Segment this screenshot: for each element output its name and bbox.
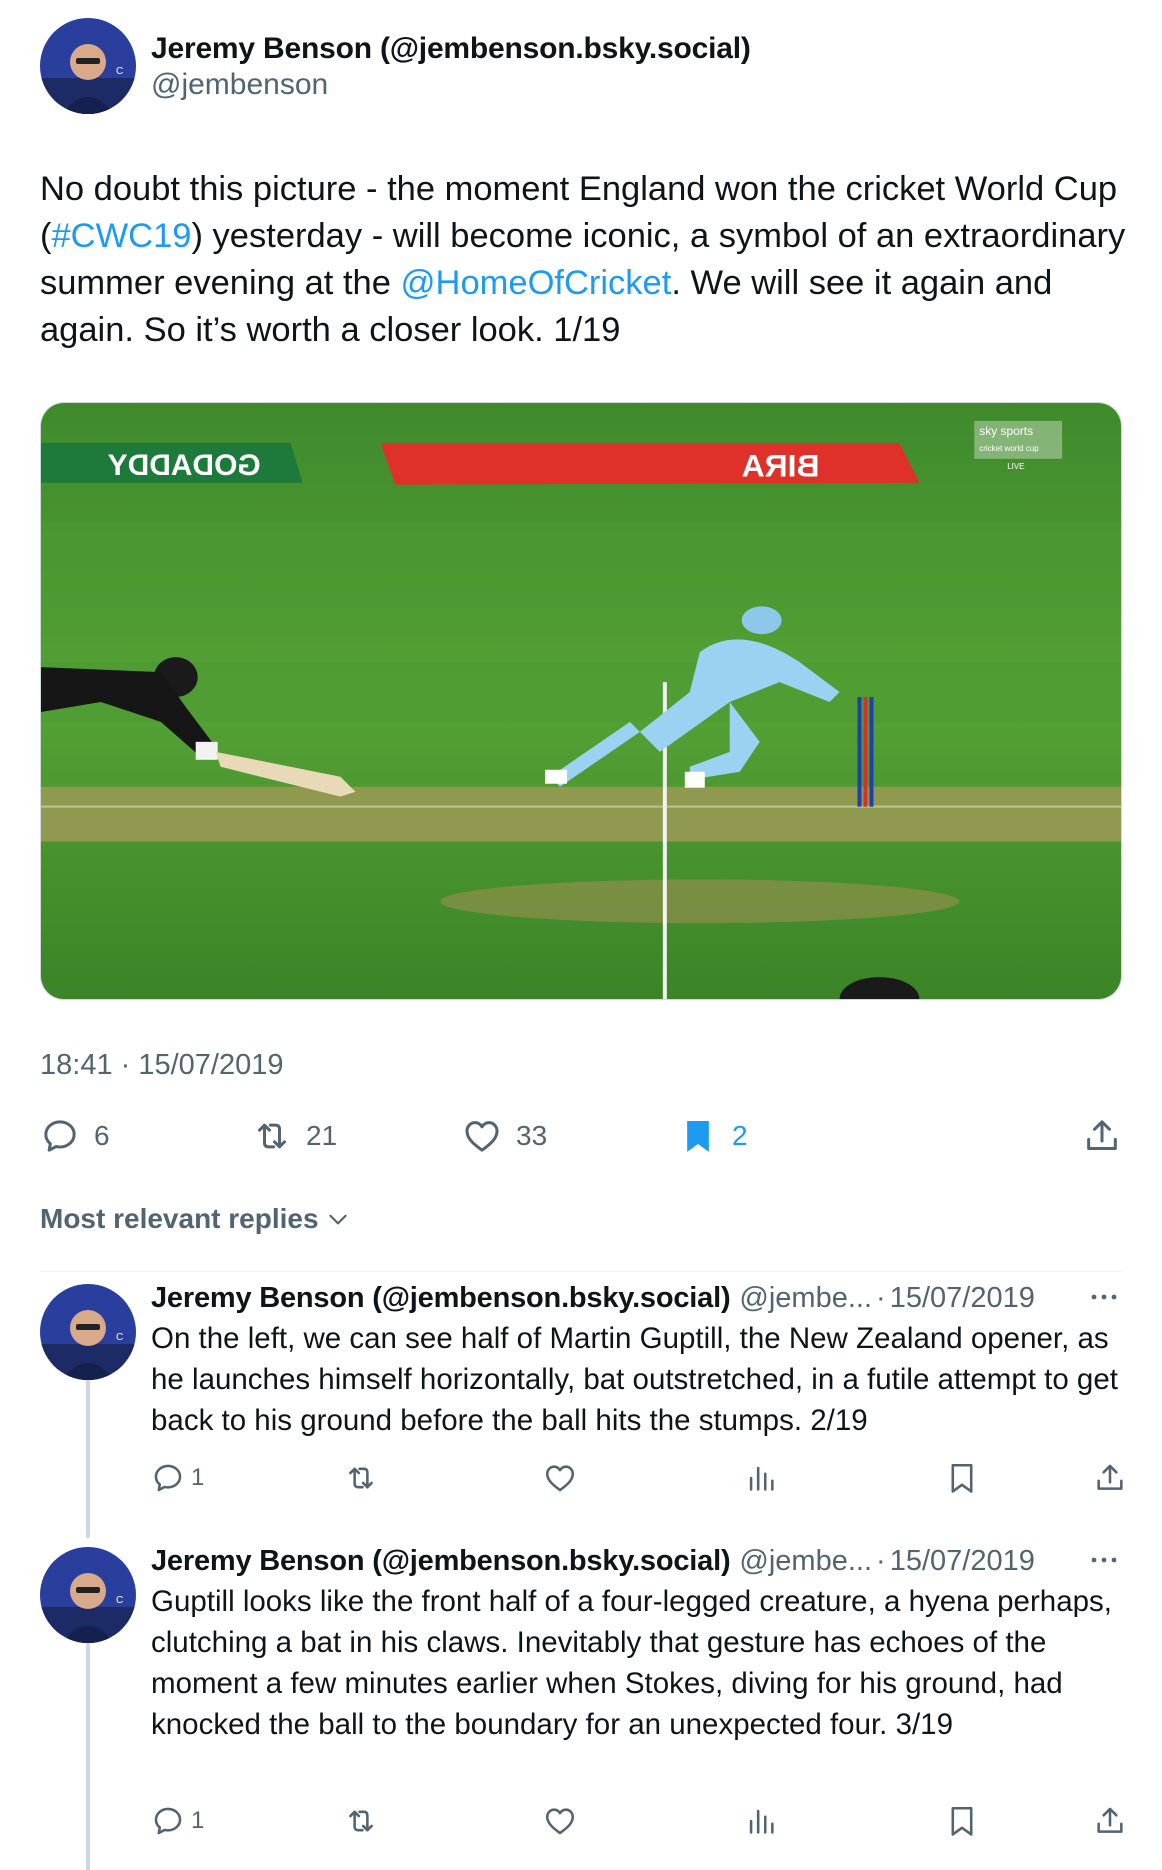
share-icon <box>1087 1120 1117 1150</box>
hashtag-link[interactable]: #CWC19 <box>52 217 192 255</box>
share-button[interactable] <box>1093 1458 1127 1498</box>
heart-icon <box>465 1121 499 1152</box>
reply-icon <box>44 1120 76 1152</box>
bookmark-icon <box>687 1121 709 1152</box>
author-avatar[interactable]: C <box>40 18 136 114</box>
reply-action-bar: 1 <box>151 1801 1127 1841</box>
avatar-image: C <box>40 1284 136 1380</box>
thread-connector-line <box>86 1378 90 1538</box>
views-button[interactable] <box>744 1458 778 1498</box>
svg-text:GODADDY: GODADDY <box>108 449 261 482</box>
bookmark-button[interactable] <box>945 1458 979 1498</box>
chevron-down-icon <box>328 1214 347 1225</box>
post-text: No doubt this picture - the moment Engla… <box>40 166 1130 354</box>
replies-sort-label: Most relevant replies <box>40 1203 319 1234</box>
repost-button[interactable] <box>344 1458 378 1498</box>
reply-icon <box>154 1807 182 1835</box>
cricket-photo: GODADDY BIRA sky sports cricket world cu… <box>41 403 1121 999</box>
live-label: LIVE <box>1007 462 1024 471</box>
repost-icon <box>258 1123 286 1149</box>
like-button[interactable] <box>543 1801 577 1841</box>
views-icon <box>749 1466 774 1491</box>
svg-text:C: C <box>116 66 123 77</box>
svg-text:BIRA: BIRA <box>741 448 819 484</box>
reply-count: 1 <box>191 1807 205 1834</box>
repost-count: 21 <box>306 1120 338 1151</box>
author-handle[interactable]: @jembenson <box>151 68 328 102</box>
heart-icon <box>545 1808 575 1835</box>
post-timestamp[interactable]: 18:41 · 15/07/2019 <box>40 1049 283 1082</box>
reply-author-avatar[interactable]: C <box>40 1284 136 1380</box>
replies-divider <box>40 1271 1122 1272</box>
post-action-bar: 6 21 33 2 <box>40 1112 1122 1160</box>
reply-count: 1 <box>191 1464 205 1491</box>
mention-link[interactable]: @HomeOfCricket <box>401 264 672 302</box>
reply-button[interactable]: 6 <box>40 1112 110 1160</box>
avatar-image: C <box>40 18 136 114</box>
share-icon <box>1097 1464 1123 1490</box>
reply-button[interactable]: 1 <box>151 1458 204 1498</box>
bookmark-icon <box>951 1463 973 1493</box>
bookmark-button[interactable] <box>945 1801 979 1841</box>
heart-icon <box>545 1465 575 1492</box>
broadcaster-subtitle: cricket world cup <box>979 444 1039 453</box>
repost-icon <box>349 1467 373 1489</box>
svg-text:C: C <box>116 1595 123 1606</box>
repost-button[interactable] <box>344 1801 378 1841</box>
svg-text:C: C <box>116 1332 123 1343</box>
reply-header: Jeremy Benson (@jembenson.bsky.social) @… <box>151 1545 1035 1578</box>
reply-separator: · <box>876 1282 886 1314</box>
avatar-image: C <box>40 1547 136 1643</box>
broadcaster-logo: sky sports <box>979 424 1033 438</box>
like-count: 33 <box>516 1120 548 1151</box>
reply-author-name[interactable]: Jeremy Benson (@jembenson.bsky.social) <box>151 1545 731 1578</box>
more-icon[interactable] <box>1086 1282 1122 1312</box>
reply-count: 6 <box>94 1120 110 1151</box>
like-button[interactable]: 33 <box>462 1112 547 1160</box>
reply-text: Guptill looks like the front half of a f… <box>151 1585 1112 1741</box>
reply-date[interactable]: 15/07/2019 <box>890 1545 1035 1578</box>
bookmark-count: 2 <box>732 1120 748 1151</box>
reply-author-handle[interactable]: @jembe... <box>739 1282 872 1315</box>
reply-action-bar: 1 <box>151 1458 1127 1498</box>
reply-header: Jeremy Benson (@jembenson.bsky.social) @… <box>151 1282 1035 1315</box>
share-icon <box>1097 1807 1123 1833</box>
reply-date[interactable]: 15/07/2019 <box>890 1282 1035 1315</box>
reply-button[interactable]: 1 <box>151 1801 204 1841</box>
thread-connector-line <box>86 1640 90 1870</box>
reply-icon <box>154 1464 182 1492</box>
reply-author-handle[interactable]: @jembe... <box>739 1545 872 1578</box>
repost-icon <box>349 1810 373 1832</box>
bookmark-icon <box>951 1806 973 1836</box>
reply-text: On the left, we can see half of Martin G… <box>151 1322 1118 1437</box>
reply-separator: · <box>876 1545 886 1577</box>
bookmark-button[interactable]: 2 <box>678 1112 748 1160</box>
reply-author-avatar[interactable]: C <box>40 1547 136 1643</box>
share-button[interactable] <box>1082 1112 1122 1160</box>
share-button[interactable] <box>1093 1801 1127 1841</box>
reply-author-name[interactable]: Jeremy Benson (@jembenson.bsky.social) <box>151 1282 731 1315</box>
views-button[interactable] <box>744 1801 778 1841</box>
more-icon[interactable] <box>1086 1545 1122 1575</box>
views-icon <box>749 1809 774 1834</box>
replies-sort-dropdown[interactable]: Most relevant replies <box>40 1203 351 1235</box>
author-name[interactable]: Jeremy Benson (@jembenson.bsky.social) <box>151 32 751 66</box>
repost-button[interactable]: 21 <box>252 1112 337 1160</box>
like-button[interactable] <box>543 1458 577 1498</box>
post-media-image[interactable]: GODADDY BIRA sky sports cricket world cu… <box>40 402 1122 1000</box>
